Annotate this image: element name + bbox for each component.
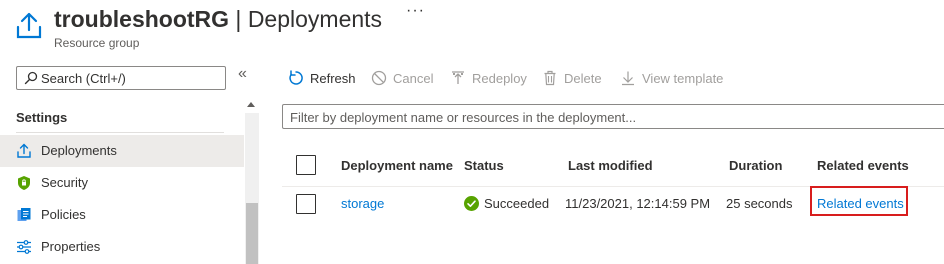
row-select-checkbox[interactable] bbox=[296, 194, 316, 214]
page-title: troubleshootRG | Deployments bbox=[54, 5, 382, 33]
download-icon bbox=[622, 71, 634, 86]
column-header-duration[interactable]: Duration bbox=[729, 158, 782, 173]
column-header-status[interactable]: Status bbox=[464, 158, 504, 173]
sidebar-search-box[interactable] bbox=[16, 66, 226, 90]
select-all-checkbox[interactable] bbox=[296, 155, 316, 175]
page-name: Deployments bbox=[247, 6, 383, 32]
deployment-filter-input[interactable] bbox=[290, 108, 940, 126]
search-icon bbox=[24, 71, 38, 85]
resource-group-upload-icon bbox=[16, 12, 42, 39]
duration-cell: 25 seconds bbox=[726, 196, 793, 211]
page-header: troubleshootRG | Deployments ··· Resourc… bbox=[0, 0, 944, 60]
command-bar: Refresh Cancel Redeploy Delete View temp… bbox=[280, 66, 944, 90]
shield-icon bbox=[18, 176, 30, 190]
cancel-icon bbox=[371, 70, 387, 86]
scroll-up-arrow[interactable] bbox=[247, 102, 255, 107]
sliders-icon bbox=[17, 240, 31, 254]
sidebar-item-security[interactable]: Security bbox=[0, 167, 244, 199]
refresh-icon bbox=[289, 70, 303, 85]
refresh-button[interactable]: Refresh bbox=[288, 66, 356, 90]
sidebar: « Settings Deployments Security Policies bbox=[0, 60, 262, 264]
sidebar-item-properties[interactable]: Properties bbox=[0, 231, 244, 263]
sidebar-item-label: Properties bbox=[41, 239, 101, 254]
delete-button[interactable]: Delete bbox=[542, 66, 602, 90]
status-cell: Succeeded bbox=[464, 196, 549, 211]
column-header-related-events[interactable]: Related events bbox=[817, 158, 909, 173]
sidebar-scrollbar-thumb[interactable] bbox=[246, 203, 258, 264]
view-template-button[interactable]: View template bbox=[620, 66, 723, 90]
delete-label: Delete bbox=[564, 70, 602, 86]
sidebar-item-label: Security bbox=[41, 175, 88, 190]
sidebar-search-input[interactable] bbox=[41, 69, 221, 87]
sidebar-item-label: Policies bbox=[41, 207, 86, 222]
view-template-label: View template bbox=[642, 70, 724, 86]
resource-name: troubleshootRG bbox=[54, 6, 230, 32]
sidebar-item-label: Deployments bbox=[41, 143, 117, 158]
related-events-link[interactable]: Related events bbox=[817, 196, 904, 211]
status-text: Succeeded bbox=[484, 196, 550, 211]
last-modified-cell: 11/23/2021, 12:14:59 PM bbox=[565, 196, 711, 211]
redeploy-label: Redeploy bbox=[472, 70, 527, 86]
settings-section-title: Settings bbox=[16, 110, 68, 125]
redeploy-button[interactable]: Redeploy bbox=[450, 66, 527, 90]
upload-icon bbox=[17, 143, 31, 158]
sidebar-item-policies[interactable]: Policies bbox=[0, 199, 244, 231]
title-separator: | bbox=[229, 6, 248, 32]
column-header-deployment-name[interactable]: Deployment name bbox=[341, 158, 453, 173]
more-actions-button[interactable]: ··· bbox=[406, 2, 425, 20]
section-divider bbox=[16, 132, 224, 133]
trash-icon bbox=[544, 70, 556, 86]
deployment-filter-box[interactable] bbox=[282, 104, 944, 129]
policies-icon bbox=[17, 208, 31, 221]
resource-type-label: Resource group bbox=[54, 36, 140, 50]
success-check-icon bbox=[464, 196, 479, 211]
cancel-button[interactable]: Cancel bbox=[371, 66, 433, 90]
refresh-label: Refresh bbox=[310, 70, 356, 86]
collapse-sidebar-button[interactable]: « bbox=[238, 65, 252, 83]
deployment-name-link[interactable]: storage bbox=[341, 196, 384, 211]
cancel-label: Cancel bbox=[393, 70, 434, 86]
sidebar-item-deployments[interactable]: Deployments bbox=[0, 135, 244, 167]
redeploy-icon bbox=[452, 71, 464, 84]
column-header-last-modified[interactable]: Last modified bbox=[568, 158, 653, 173]
